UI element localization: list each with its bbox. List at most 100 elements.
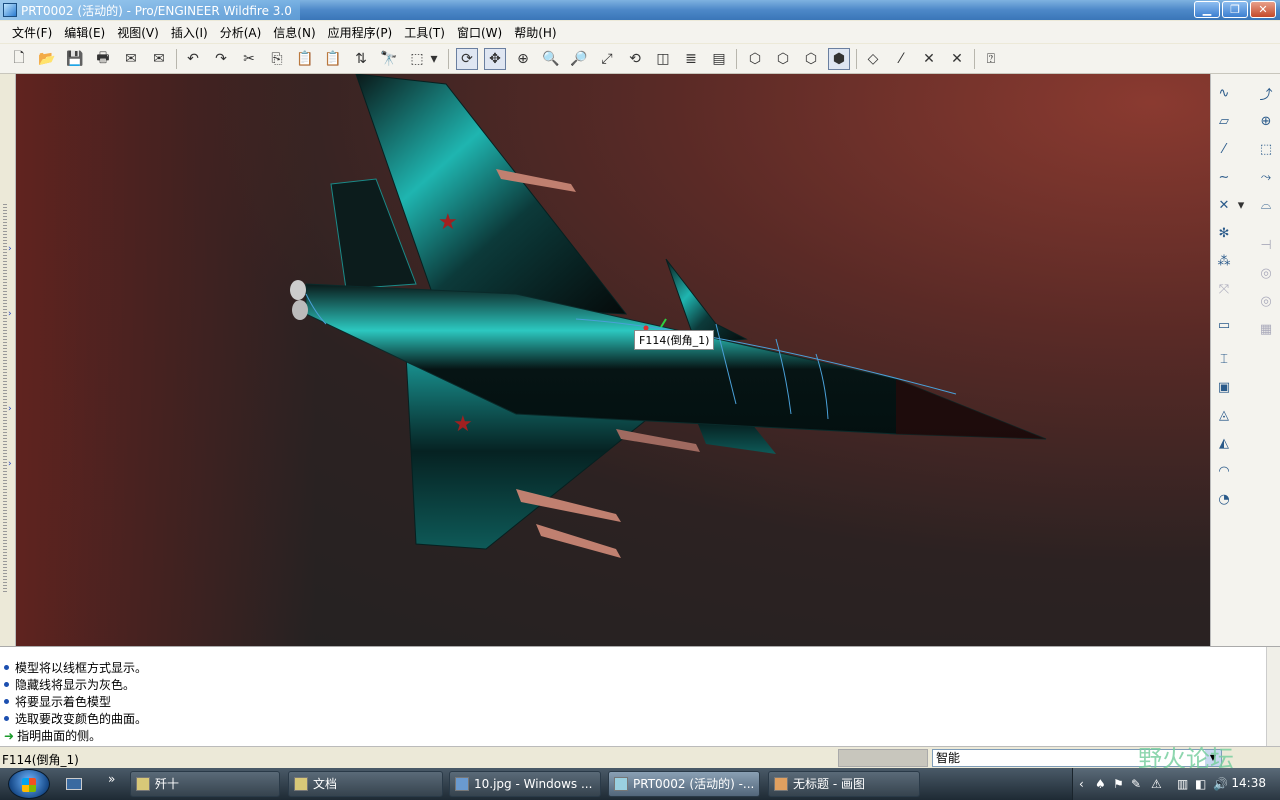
layers-icon[interactable]: ≣ (680, 48, 702, 70)
tray-app-icon[interactable]: ⚑ (1113, 777, 1124, 791)
view-manager-icon[interactable]: ▤ (708, 48, 730, 70)
saved-views-icon[interactable]: ◫ (652, 48, 674, 70)
expand-arrow-icon[interactable]: › (8, 404, 12, 414)
aircraft-model[interactable]: ★ ★ (16, 74, 1210, 646)
merge-icon[interactable]: ◎ (1255, 262, 1277, 284)
revolve-icon[interactable]: ▣ (1213, 376, 1235, 398)
tray-app-icon[interactable]: ♠ (1095, 777, 1106, 791)
shading-icon[interactable]: ⬢ (828, 48, 850, 70)
expand-arrow-icon[interactable]: › (8, 459, 12, 469)
hole-icon[interactable]: ⤴ (1255, 82, 1277, 104)
paste-icon[interactable]: 📋 (294, 48, 316, 70)
csys-feature-icon[interactable]: ✻ (1213, 222, 1235, 244)
no-hidden-icon[interactable]: ⬡ (800, 48, 822, 70)
send-link-icon[interactable]: ✉ (148, 48, 170, 70)
maximize-button[interactable]: ❐ (1222, 1, 1248, 18)
rib-icon[interactable]: ⬚ (1255, 138, 1277, 160)
context-help-icon[interactable]: ⍰ (980, 48, 1002, 70)
shell-icon[interactable]: ⊕ (1255, 110, 1277, 132)
analysis-icon[interactable]: ⁂ (1213, 250, 1235, 272)
start-button[interactable] (8, 769, 50, 799)
save-icon[interactable]: 💾 (64, 48, 86, 70)
expand-arrow-icon[interactable]: › (8, 244, 12, 254)
minimize-button[interactable]: ▁ (1194, 1, 1220, 18)
redraw-icon[interactable]: ⟳ (456, 48, 478, 70)
left-panel-strip[interactable]: › › › › (0, 74, 16, 646)
blend-icon[interactable]: ◭ (1213, 432, 1235, 454)
message-area[interactable]: 模型将以线框方式显示。 隐藏线将显示为灰色。 将要显示着色模型 选取要改变颜色的… (0, 646, 1280, 747)
menu-help[interactable]: 帮助(H) (508, 24, 562, 41)
draft-icon[interactable]: ⤳ (1255, 166, 1277, 188)
tray-expand-chevron[interactable]: ‹ (1079, 777, 1084, 791)
undo-icon[interactable]: ↶ (182, 48, 204, 70)
regenerate-icon[interactable]: ⇅ (350, 48, 372, 70)
wireframe-icon[interactable]: ⬡ (744, 48, 766, 70)
open-file-icon[interactable]: 📂 (36, 48, 58, 70)
pattern-icon[interactable]: ▦ (1255, 318, 1277, 340)
round-icon[interactable]: ◠ (1213, 460, 1235, 482)
menu-tools[interactable]: 工具(T) (398, 24, 451, 41)
print-icon[interactable]: 🖶 (92, 48, 114, 70)
find-icon[interactable]: 🔭 (378, 48, 400, 70)
cut-icon[interactable]: ✂ (238, 48, 260, 70)
paste-special-icon[interactable]: 📋 (322, 48, 344, 70)
graphics-viewport[interactable]: ★ ★ F114(倒角_1) (16, 74, 1210, 646)
reorient-icon[interactable]: ⟲ (624, 48, 646, 70)
close-button[interactable]: ✕ (1250, 1, 1276, 18)
note-icon[interactable]: ▭ (1213, 314, 1235, 336)
boundary-icon[interactable]: ⌓ (1255, 194, 1277, 216)
datum-planes-icon[interactable]: ◇ (862, 48, 884, 70)
tray-app-icon[interactable]: ◧ (1195, 777, 1206, 791)
clock[interactable]: 14:38 (1231, 776, 1266, 790)
extrude-icon[interactable]: ⌶ (1213, 348, 1235, 370)
refit-icon[interactable]: ⤢ (596, 48, 618, 70)
chamfer-icon[interactable]: ◔ (1213, 488, 1235, 510)
datum-axes-icon[interactable]: ⁄ (890, 48, 912, 70)
tray-app-icon[interactable]: ⚠ (1151, 777, 1162, 791)
menu-analysis[interactable]: 分析(A) (214, 24, 268, 41)
insert-icon[interactable]: ⤧ (1213, 278, 1235, 300)
taskbar-item-active[interactable]: PRT0002 (活动的) -... (608, 771, 760, 797)
select-dropdown-icon[interactable]: ▾ (428, 48, 440, 70)
menu-file[interactable]: 文件(F) (6, 24, 58, 41)
sweep-icon[interactable]: ◬ (1213, 404, 1235, 426)
redo-icon[interactable]: ↷ (210, 48, 232, 70)
copy-icon[interactable]: ⎘ (266, 48, 288, 70)
title-bar[interactable]: PRT0002 (活动的) - Pro/ENGINEER Wildfire 3.… (0, 0, 1280, 20)
quick-launch-chevron[interactable]: » (108, 772, 115, 786)
message-scrollbar[interactable] (1266, 647, 1280, 747)
datum-curve-icon[interactable]: ∼ (1213, 166, 1235, 188)
datum-points-icon[interactable]: ✕ (918, 48, 940, 70)
menu-edit[interactable]: 编辑(E) (58, 24, 111, 41)
network-icon[interactable]: ▥ (1177, 777, 1188, 791)
expand-arrow-icon[interactable]: › (8, 309, 12, 319)
taskbar-item[interactable]: 无标题 - 画图 (768, 771, 920, 797)
menu-window[interactable]: 窗口(W) (451, 24, 508, 41)
app-icon[interactable] (3, 3, 17, 17)
menu-info[interactable]: 信息(N) (267, 24, 321, 41)
zoom-in-icon[interactable]: 🔍 (540, 48, 562, 70)
csys-icon[interactable]: ✕ (946, 48, 968, 70)
orient-mode-icon[interactable]: ⊕ (512, 48, 534, 70)
taskbar-item[interactable]: 文档 (288, 771, 443, 797)
point-dropdown-icon[interactable]: ▾ (1235, 194, 1247, 216)
select-box-icon[interactable]: ⬚ (406, 48, 428, 70)
show-desktop-icon[interactable] (66, 778, 82, 790)
new-file-icon[interactable]: 🗋 (8, 48, 30, 70)
mirror-icon[interactable]: ⊣ (1255, 234, 1277, 256)
menu-applications[interactable]: 应用程序(P) (322, 24, 399, 41)
taskbar-item[interactable]: 歼十 (130, 771, 280, 797)
zoom-out-icon[interactable]: 🔎 (568, 48, 590, 70)
taskbar-item[interactable]: 10.jpg - Windows ... (449, 771, 601, 797)
send-mail-icon[interactable]: ✉ (120, 48, 142, 70)
menu-insert[interactable]: 插入(I) (165, 24, 214, 41)
volume-icon[interactable]: 🔊 (1213, 777, 1228, 791)
datum-point-icon[interactable]: ✕ (1213, 194, 1235, 216)
datum-axis-icon[interactable]: ⁄ (1213, 138, 1235, 160)
tray-app-icon[interactable]: ✎ (1131, 777, 1141, 791)
menu-view[interactable]: 视图(V) (111, 24, 165, 41)
datum-plane-icon[interactable]: ▱ (1213, 110, 1235, 132)
spin-center-icon[interactable]: ✥ (484, 48, 506, 70)
intersect-icon[interactable]: ◎ (1255, 290, 1277, 312)
hidden-line-icon[interactable]: ⬡ (772, 48, 794, 70)
